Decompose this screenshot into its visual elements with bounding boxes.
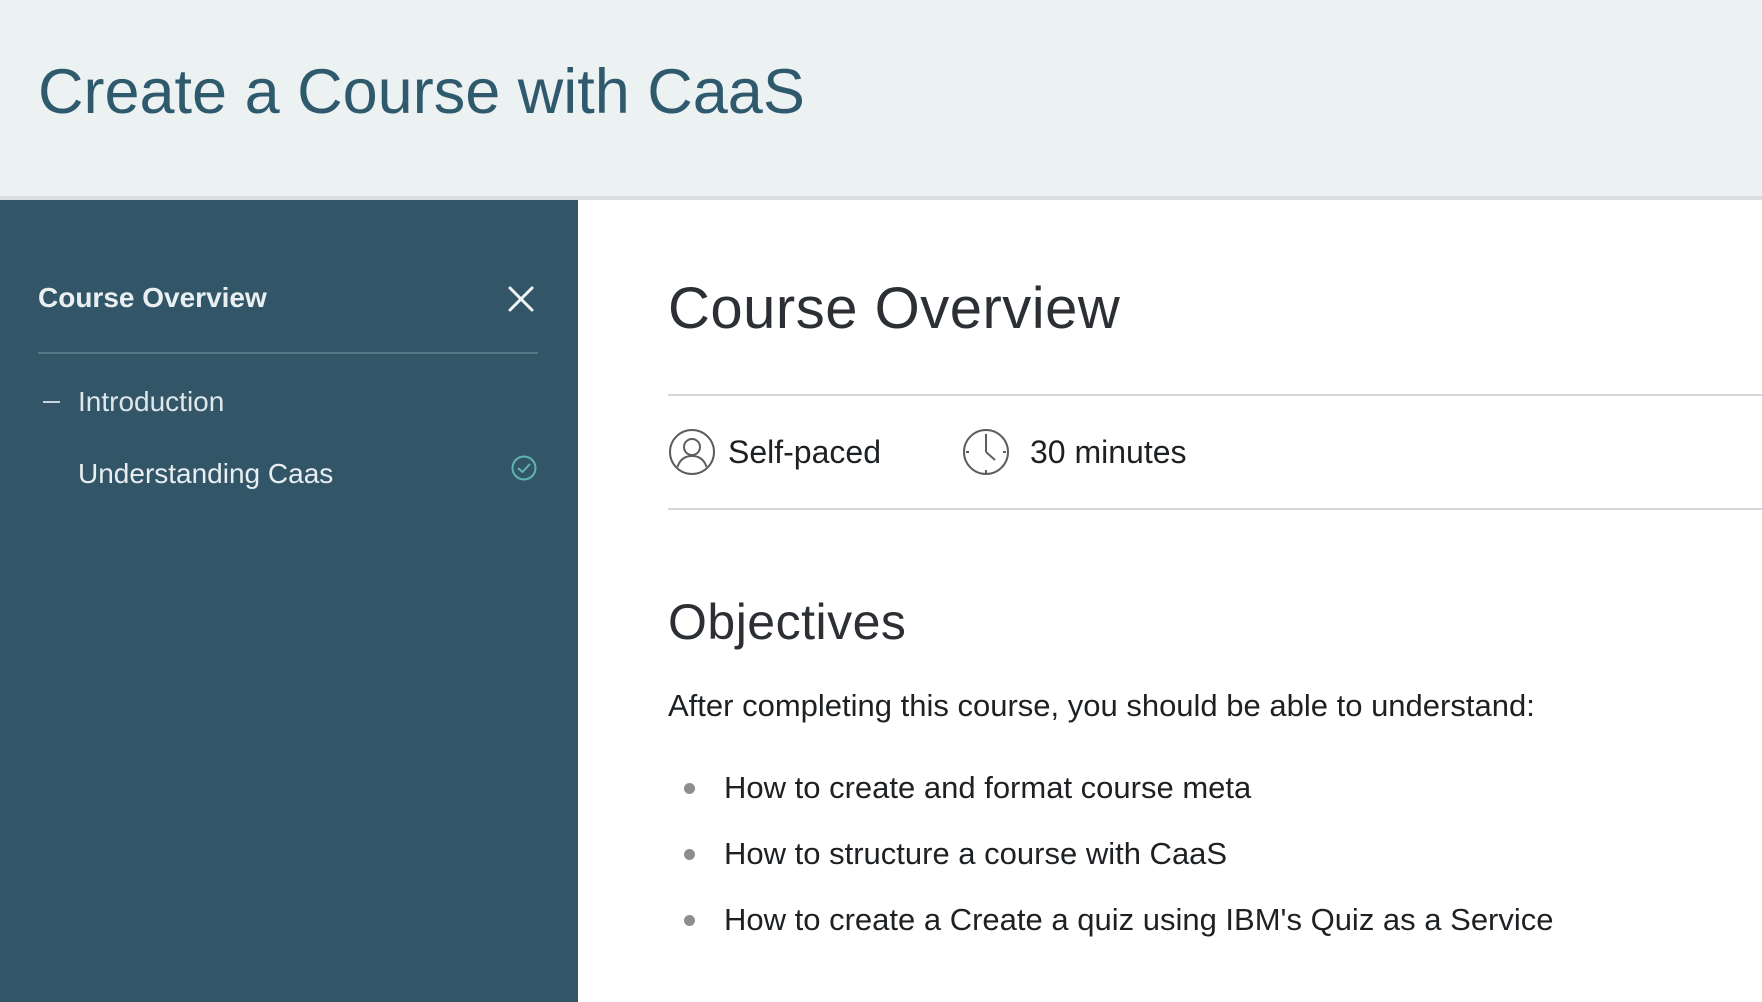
objective-text: How to create and format course meta (724, 770, 1252, 805)
objectives-intro: After completing this course, you should… (668, 688, 1535, 723)
user-icon (669, 429, 715, 475)
duration-text: 30 minutes (1030, 434, 1187, 470)
close-icon (508, 286, 534, 312)
sidebar-item-label: Understanding Caas (78, 458, 334, 489)
page-header: Create a Course with CaaS (0, 0, 1762, 200)
close-sidebar-button[interactable] (502, 280, 540, 318)
collapse-icon[interactable] (43, 401, 60, 403)
meta-divider-bottom (668, 508, 1762, 510)
clock-icon (963, 429, 1009, 475)
course-page: Create a Course with CaaS Course Overvie… (0, 0, 1762, 1002)
objective-text: How to structure a course with CaaS (724, 836, 1228, 871)
bullet-icon (684, 849, 695, 860)
bullet-icon (684, 915, 695, 926)
sidebar-heading: Course Overview (38, 282, 267, 313)
objective-text: How to create a Create a quiz using IBM'… (724, 902, 1554, 937)
objectives-heading: Objectives (668, 594, 907, 650)
page-title: Course Overview (668, 276, 1121, 341)
course-sidebar: Course Overview Introduction Understandi… (0, 200, 578, 1002)
sidebar-section-label: Introduction (78, 386, 225, 417)
sidebar-item-understanding-caas[interactable]: Understanding Caas (38, 454, 538, 494)
course-title: Create a Course with CaaS (38, 57, 805, 127)
sidebar-divider (38, 352, 538, 354)
pace-text: Self-paced (728, 434, 881, 470)
completed-check-icon (511, 455, 537, 481)
bullet-icon (684, 783, 695, 794)
sidebar-section-introduction[interactable]: Introduction (38, 382, 538, 422)
meta-divider-top (668, 394, 1762, 396)
course-main-content: Course Overview Self-paced 30 minutes Ob (578, 200, 1762, 1002)
